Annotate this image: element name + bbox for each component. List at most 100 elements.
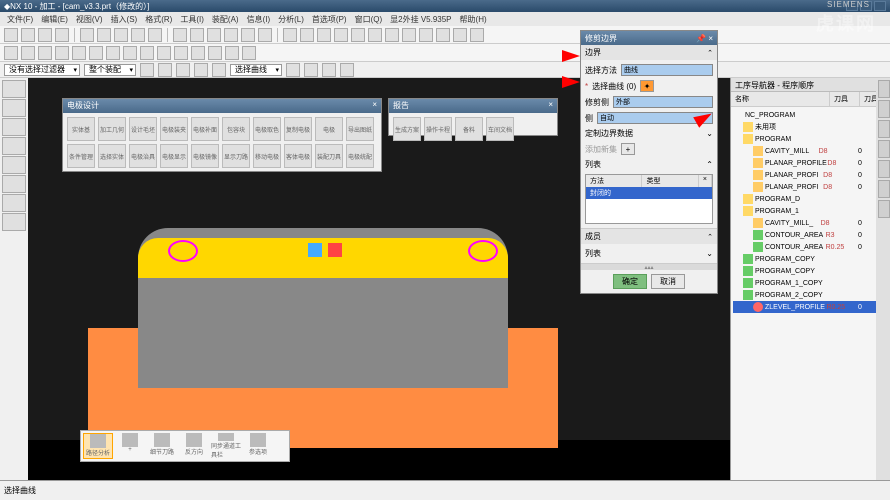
sel-btn1[interactable]: [140, 63, 154, 77]
panel-close-icon[interactable]: ×: [372, 100, 377, 112]
tb2-btn10[interactable]: [157, 46, 171, 60]
lt-history-icon[interactable]: [2, 175, 26, 193]
electrode-tool-7[interactable]: 电极取色: [253, 117, 281, 141]
lt-machine-icon[interactable]: [2, 156, 26, 174]
tree-item[interactable]: CAVITY_MILLD80: [733, 145, 888, 157]
electrode-tool-13[interactable]: 电极治具: [129, 144, 157, 168]
tb-redo[interactable]: [148, 28, 162, 42]
report-tool-2[interactable]: 操作卡程: [424, 117, 452, 141]
tb-btn14[interactable]: [402, 28, 416, 42]
tb-btn8[interactable]: [300, 28, 314, 42]
add-button[interactable]: +: [115, 433, 145, 459]
operation-tree[interactable]: NC_PROGRAM未用项PROGRAMCAVITY_MILLD80PLANAR…: [731, 107, 890, 315]
right-tab-2[interactable]: [878, 100, 890, 118]
dialog-pin-icon[interactable]: 📌: [696, 34, 706, 43]
tb2-btn15[interactable]: [242, 46, 256, 60]
electrode-design-panel[interactable]: 电极设计 × 实体基 加工几何 设计毛坯 电极装夹 电极补面 包容块 电极取色 …: [62, 98, 382, 172]
expand-icon[interactable]: ⌄: [706, 249, 713, 258]
select-curve-button[interactable]: ✦: [640, 80, 654, 92]
tb-btn2[interactable]: [190, 28, 204, 42]
tb2-btn1[interactable]: [4, 46, 18, 60]
report-tool-1[interactable]: 生成方案: [393, 117, 421, 141]
electrode-tool-15[interactable]: 电极镜像: [191, 144, 219, 168]
filter-dropdown[interactable]: 没有选择过滤器: [4, 64, 80, 76]
tb-btn15[interactable]: [419, 28, 433, 42]
nav-col-name[interactable]: 名称: [731, 92, 830, 106]
tree-item[interactable]: PROGRAM_D: [733, 193, 888, 205]
tree-item[interactable]: PLANAR_PROFID80: [733, 181, 888, 193]
lt-part-icon[interactable]: [2, 99, 26, 117]
menu-file[interactable]: 文件(F): [4, 14, 36, 25]
tb-btn16[interactable]: [436, 28, 450, 42]
options-button[interactable]: 参选项: [243, 433, 273, 459]
collapse-icon[interactable]: ⌃: [707, 233, 713, 241]
tb2-btn3[interactable]: [38, 46, 52, 60]
electrode-tool-12[interactable]: 选择实体: [98, 144, 126, 168]
reverse-button[interactable]: 反方向: [179, 433, 209, 459]
electrode-tool-3[interactable]: 设计毛坯: [129, 117, 157, 141]
cancel-button[interactable]: 取消: [651, 274, 685, 289]
sel-btn3[interactable]: [176, 63, 190, 77]
tb-copy[interactable]: [97, 28, 111, 42]
sel-btn9[interactable]: [340, 63, 354, 77]
tree-item[interactable]: 未用项: [733, 121, 888, 133]
tb-btn3[interactable]: [207, 28, 221, 42]
detail-button[interactable]: 细节刀路: [147, 433, 177, 459]
electrode-tool-4[interactable]: 电极装夹: [160, 117, 188, 141]
collapse-icon[interactable]: ⌃: [707, 49, 713, 57]
list-row[interactable]: 封闭的: [586, 187, 712, 199]
right-tab-5[interactable]: [878, 160, 890, 178]
tb2-btn8[interactable]: [123, 46, 137, 60]
electrode-tool-14[interactable]: 电极显示: [160, 144, 188, 168]
menu-view[interactable]: 视图(V): [73, 14, 106, 25]
tb2-btn6[interactable]: [89, 46, 103, 60]
tb2-btn4[interactable]: [55, 46, 69, 60]
lt-constraint-icon[interactable]: [2, 137, 26, 155]
sel-btn2[interactable]: [158, 63, 172, 77]
select-method-dropdown[interactable]: 曲线: [621, 64, 713, 76]
tree-item[interactable]: CAVITY_MILL_D80: [733, 217, 888, 229]
tb-btn17[interactable]: [453, 28, 467, 42]
lt-role-icon[interactable]: [2, 213, 26, 231]
panel-close-icon[interactable]: ×: [548, 100, 553, 112]
tb-open[interactable]: [38, 28, 52, 42]
tb-start[interactable]: [4, 28, 18, 42]
tree-item[interactable]: PROGRAM_1_COPY: [733, 277, 888, 289]
tb2-btn7[interactable]: [106, 46, 120, 60]
menu-analysis[interactable]: 分析(L): [275, 14, 307, 25]
sel-btn6[interactable]: [286, 63, 300, 77]
tree-item[interactable]: PROGRAM_COPY: [733, 265, 888, 277]
menu-help[interactable]: 帮助(H): [457, 14, 490, 25]
tree-item[interactable]: CONTOUR_AREAR30: [733, 229, 888, 241]
electrode-tool-18[interactable]: 客体电极: [284, 144, 312, 168]
tb-btn5[interactable]: [241, 28, 255, 42]
tb-btn6[interactable]: [258, 28, 272, 42]
boundary-list[interactable]: 方法 类型 × 封闭的: [585, 174, 713, 224]
tb-btn18[interactable]: [470, 28, 484, 42]
sel-btn8[interactable]: [322, 63, 336, 77]
report-panel[interactable]: 报告 × 生成方案 操作卡程 备料 车间文档: [388, 98, 558, 136]
sel-btn7[interactable]: [304, 63, 318, 77]
tb-btn13[interactable]: [385, 28, 399, 42]
tree-item[interactable]: CONTOUR_AREAR0.250: [733, 241, 888, 253]
report-tool-4[interactable]: 车间文档: [486, 117, 514, 141]
tb-undo[interactable]: [131, 28, 145, 42]
nav-col-tool[interactable]: 刀具: [830, 92, 860, 106]
menu-window[interactable]: 窗口(Q): [352, 14, 386, 25]
tb-btn4[interactable]: [224, 28, 238, 42]
menu-info[interactable]: 信息(I): [244, 14, 274, 25]
right-tab-7[interactable]: [878, 200, 890, 218]
tb-btn11[interactable]: [351, 28, 365, 42]
tree-item[interactable]: PLANAR_PROFID80: [733, 169, 888, 181]
tree-item[interactable]: ZLEVEL_PROFILER0.250: [733, 301, 888, 313]
trim-boundary-dialog[interactable]: 修剪边界 📌 × 边界 ⌃ 选择方法 曲线 * 选择曲线 (0) ✦ 修剪侧 外…: [580, 30, 718, 294]
operation-navigator[interactable]: 工序导航器 - 程序顺序 名称 刀具 刀具号 NC_PROGRAM未用项PROG…: [730, 78, 890, 480]
tb2-btn12[interactable]: [191, 46, 205, 60]
menu-edit[interactable]: 编辑(E): [38, 14, 71, 25]
tb-btn12[interactable]: [368, 28, 382, 42]
right-tab-1[interactable]: [878, 80, 890, 98]
ok-button[interactable]: 确定: [613, 274, 647, 289]
tb-save[interactable]: [55, 28, 69, 42]
lt-assembly-icon[interactable]: [2, 118, 26, 136]
tree-item[interactable]: PROGRAM: [733, 133, 888, 145]
